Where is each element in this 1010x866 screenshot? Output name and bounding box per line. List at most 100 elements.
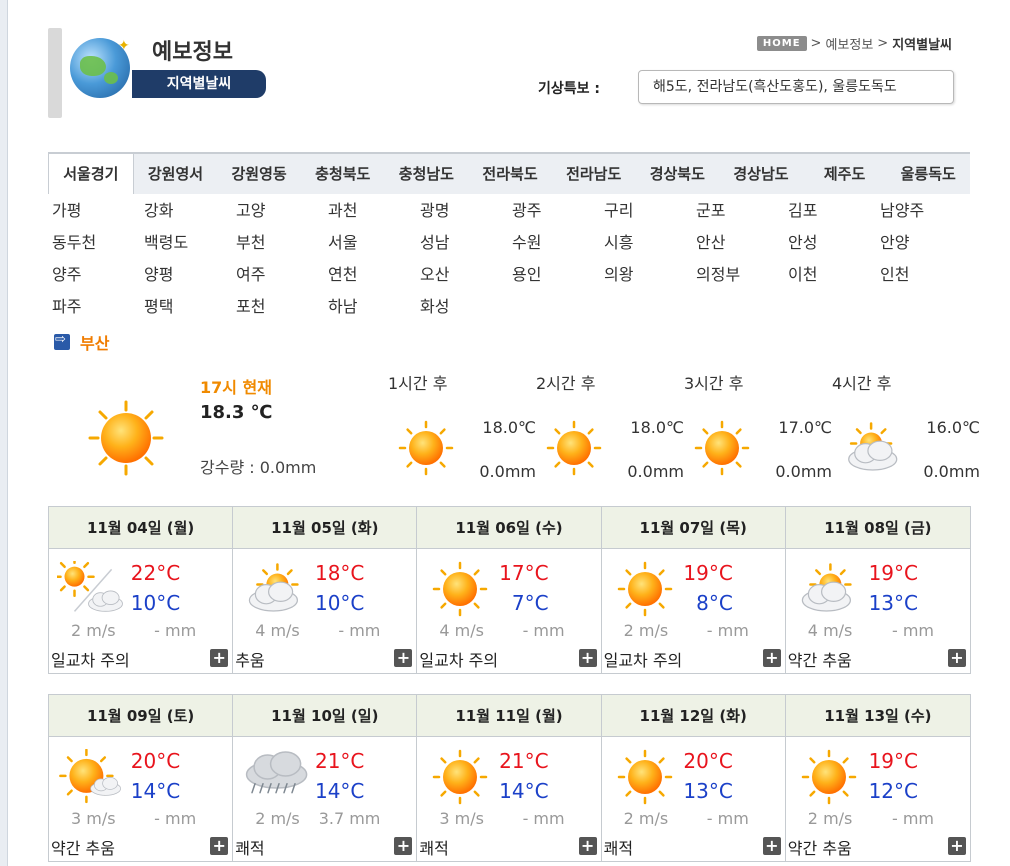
current-rainfall: 강수량 : 0.0mm bbox=[200, 458, 317, 477]
day-date: 11월 07일 (목) bbox=[601, 507, 785, 549]
city-link[interactable]: 양주 bbox=[52, 264, 144, 286]
sun-icon bbox=[88, 400, 164, 476]
hourly-rainfall: 0.0mm bbox=[479, 462, 536, 481]
city-link[interactable]: 군포 bbox=[696, 200, 788, 222]
expand-button[interactable]: + bbox=[947, 837, 966, 855]
wind-speed: 4 m/s bbox=[807, 621, 853, 640]
city-link[interactable]: 시흥 bbox=[604, 232, 696, 254]
expand-button[interactable]: + bbox=[394, 837, 413, 855]
city-link[interactable]: 의왕 bbox=[604, 264, 696, 286]
tab-region[interactable]: 전라북도 bbox=[468, 154, 552, 194]
hourly-temperature: 16.0℃ bbox=[926, 418, 980, 437]
header-accent-bar bbox=[48, 28, 62, 118]
city-link[interactable]: 포천 bbox=[236, 296, 328, 318]
wind-speed: 4 m/s bbox=[439, 621, 484, 640]
breadcrumb-link[interactable]: 예보정보 bbox=[825, 34, 873, 53]
expand-button[interactable]: + bbox=[947, 649, 966, 667]
weather-note: 약간 추움 bbox=[787, 651, 852, 670]
tab-region[interactable]: 경상북도 bbox=[635, 154, 719, 194]
hourly-item: 4시간 후 16.0℃ 0.0mm bbox=[832, 368, 980, 488]
wind-speed: 2 m/s bbox=[71, 621, 116, 640]
city-link[interactable]: 이천 bbox=[788, 264, 880, 286]
tab-region[interactable]: 서울경기 bbox=[48, 154, 134, 194]
city-link[interactable]: 부천 bbox=[236, 232, 328, 254]
city-link[interactable]: 양평 bbox=[144, 264, 236, 286]
city-link[interactable]: 구리 bbox=[604, 200, 696, 222]
sun-icon bbox=[610, 749, 680, 805]
weather-alert-ticker[interactable]: 해5도, 전라남도(흑산도홍도), 울릉도독도 bbox=[638, 70, 954, 104]
wind-speed: 2 m/s bbox=[255, 809, 300, 828]
expand-button[interactable]: + bbox=[762, 837, 781, 855]
weather-alert-label: 기상특보 : bbox=[538, 81, 600, 97]
expand-button[interactable]: + bbox=[578, 649, 597, 667]
weather-note: 쾌적 bbox=[419, 839, 449, 858]
tab-region[interactable]: 강원영서 bbox=[134, 154, 218, 194]
day-forecast: 11월 08일 (금) 19°C 13°C 4 m/s - mm 약간 추움 + bbox=[785, 507, 970, 673]
city-link[interactable]: 여주 bbox=[236, 264, 328, 286]
city-link[interactable]: 남양주 bbox=[880, 200, 972, 222]
tab-region[interactable]: 충청남도 bbox=[385, 154, 469, 194]
max-temperature: 21°C bbox=[314, 749, 365, 773]
day-forecast: 11월 12일 (화) 20°C 13°C 2 m/s - mm 쾌적 + bbox=[601, 695, 786, 861]
city-link[interactable]: 서울 bbox=[328, 232, 420, 254]
city-link[interactable]: 안산 bbox=[696, 232, 788, 254]
sparkle-icon: ✦ bbox=[118, 38, 130, 54]
city-link[interactable]: 강화 bbox=[144, 200, 236, 222]
expand-button[interactable]: + bbox=[210, 649, 229, 667]
city-link[interactable]: 백령도 bbox=[144, 232, 236, 254]
city-link[interactable]: 동두천 bbox=[52, 232, 144, 254]
tab-region[interactable]: 경상남도 bbox=[719, 154, 803, 194]
wind-speed: 2 m/s bbox=[623, 809, 669, 828]
expand-button[interactable]: + bbox=[394, 649, 413, 667]
expand-button[interactable]: + bbox=[578, 837, 597, 855]
hourly-rainfall: 0.0mm bbox=[775, 462, 832, 481]
hourly-item: 3시간 후 17.0℃ 0.0mm bbox=[684, 368, 832, 488]
max-temperature: 21°C bbox=[499, 749, 549, 773]
day-forecast: 11월 11일 (월) 21°C 14°C 3 m/s - mm 쾌적 + bbox=[417, 695, 602, 861]
max-temperature: 22°C bbox=[130, 561, 181, 585]
city-link[interactable]: 평택 bbox=[144, 296, 236, 318]
city-link[interactable]: 김포 bbox=[788, 200, 880, 222]
city-list: 가평 강화 고양 과천 광명 광주 구리 군포 김포 남양주 동두천 백령도 부천 서울 성남 수원 시흥 안산 안… bbox=[52, 200, 972, 318]
min-temperature: 14°C bbox=[314, 779, 365, 803]
city-link[interactable]: 연천 bbox=[328, 264, 420, 286]
home-button[interactable]: HOME bbox=[756, 36, 807, 51]
min-temperature: 13°C bbox=[868, 591, 918, 615]
city-link[interactable]: 하남 bbox=[328, 296, 420, 318]
city-link[interactable]: 고양 bbox=[236, 200, 328, 222]
city-link[interactable]: 의정부 bbox=[696, 264, 788, 286]
expand-button[interactable]: + bbox=[762, 649, 781, 667]
breadcrumb-separator: > bbox=[810, 36, 822, 51]
hourly-rainfall: 0.0mm bbox=[627, 462, 684, 481]
city-link[interactable]: 인천 bbox=[880, 264, 972, 286]
city-link[interactable]: 광명 bbox=[420, 200, 512, 222]
city-link[interactable]: 수원 bbox=[512, 232, 604, 254]
city-link[interactable]: 오산 bbox=[420, 264, 512, 286]
day-forecast: 11월 05일 (화) 18°C 10°C 4 m/s - mm 추움 + bbox=[233, 507, 418, 673]
min-temperature: 12°C bbox=[868, 779, 918, 803]
tab-region[interactable]: 강원영동 bbox=[217, 154, 301, 194]
tab-region[interactable]: 제주도 bbox=[803, 154, 887, 194]
city-link[interactable]: 광주 bbox=[512, 200, 604, 222]
city-link[interactable]: 안양 bbox=[880, 232, 972, 254]
rainfall: - mm bbox=[522, 809, 565, 828]
day-date: 11월 06일 (수) bbox=[417, 507, 601, 549]
expand-button[interactable]: + bbox=[210, 837, 229, 855]
city-link[interactable]: 용인 bbox=[512, 264, 604, 286]
window-edge bbox=[0, 0, 8, 866]
city-link[interactable]: 화성 bbox=[420, 296, 512, 318]
day-forecast: 11월 04일 (월) 22°C 10°C 2 m/s - mm 일교차 주의 + bbox=[49, 507, 234, 673]
tab-region[interactable]: 울릉독도 bbox=[886, 154, 970, 194]
rainfall: 3.7 mm bbox=[318, 809, 381, 828]
tab-region[interactable]: 충청북도 bbox=[301, 154, 385, 194]
partly-cloudy-icon bbox=[794, 561, 864, 617]
day-date: 11월 04일 (월) bbox=[49, 507, 233, 549]
city-link[interactable]: 과천 bbox=[328, 200, 420, 222]
sun-icon bbox=[425, 749, 495, 805]
city-link[interactable]: 가평 bbox=[52, 200, 144, 222]
city-link[interactable]: 안성 bbox=[788, 232, 880, 254]
tab-region[interactable]: 전라남도 bbox=[552, 154, 636, 194]
city-link[interactable]: 파주 bbox=[52, 296, 144, 318]
city-link[interactable]: 성남 bbox=[420, 232, 512, 254]
day-forecast: 11월 06일 (수) 17°C 7°C 4 m/s - mm 일교차 주의 + bbox=[417, 507, 602, 673]
